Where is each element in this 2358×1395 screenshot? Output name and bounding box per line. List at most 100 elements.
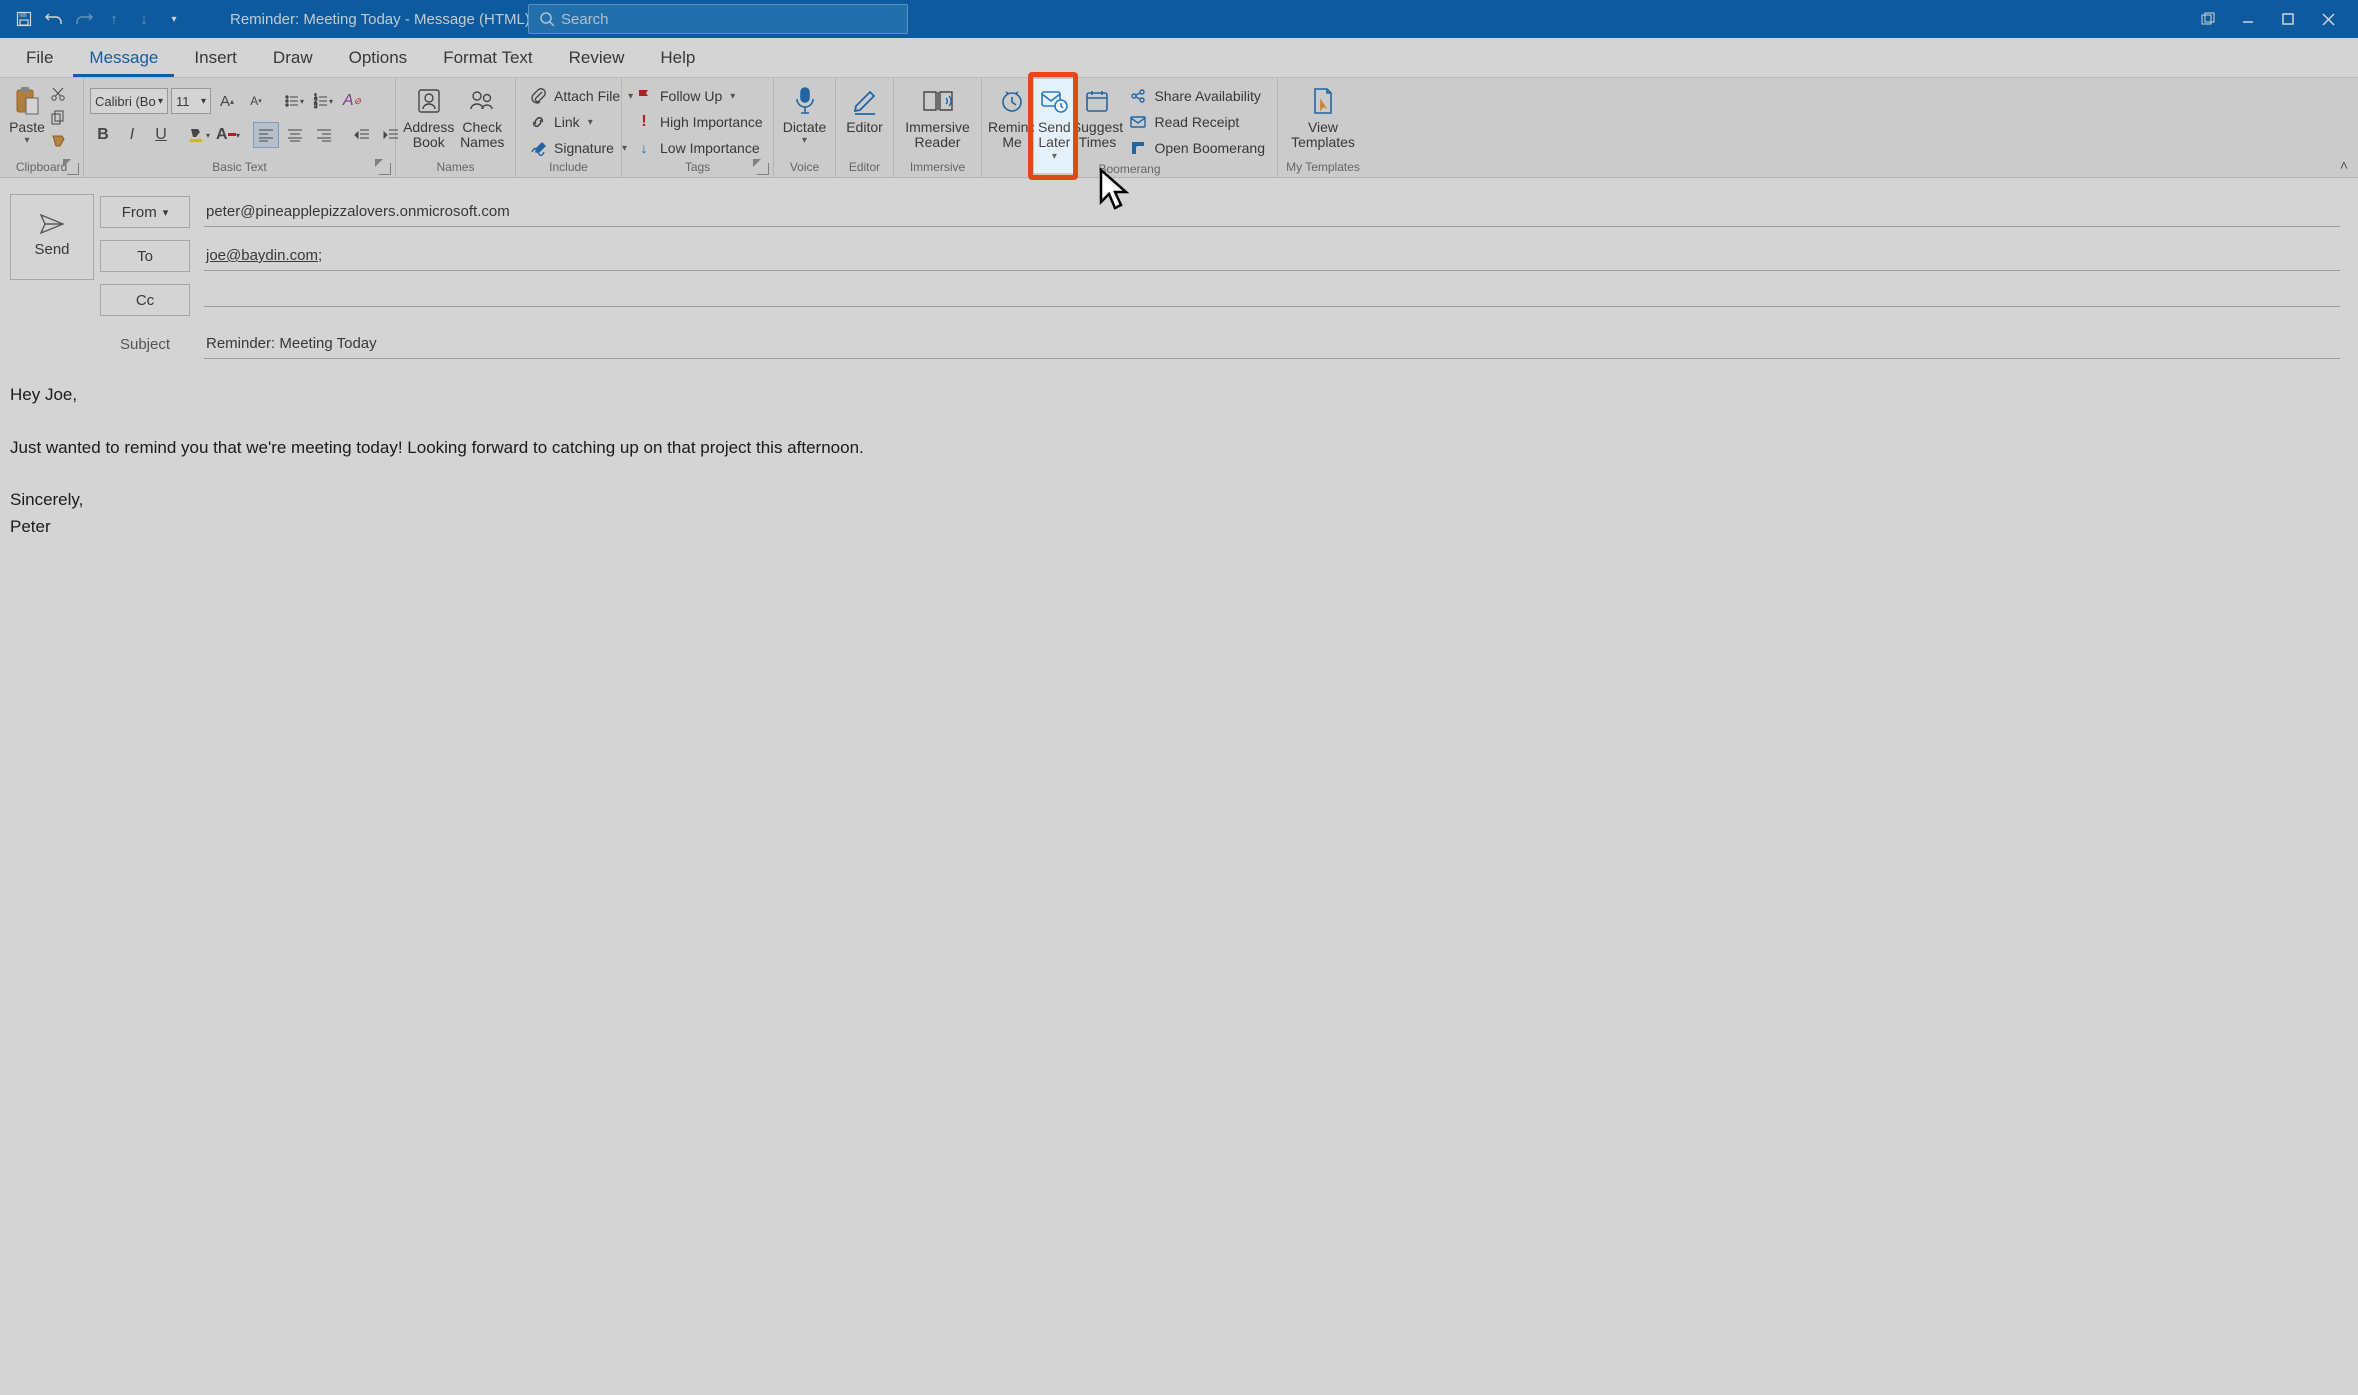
shrink-font-icon[interactable]: A▾	[243, 88, 269, 114]
font-size-select[interactable]: 11▾	[171, 88, 211, 114]
group-editor: Editor Editor	[836, 78, 894, 177]
body-line: Peter	[10, 514, 2348, 540]
qat-customize-icon[interactable]: ▾	[164, 9, 184, 29]
font-name-select[interactable]: Calibri (Bo▾	[90, 88, 168, 114]
search-placeholder: Search	[561, 11, 609, 28]
tab-options[interactable]: Options	[333, 40, 424, 77]
group-include: Attach File▾ Link▾ Signature▾ Include	[516, 78, 622, 177]
italic-icon[interactable]: I	[119, 122, 145, 148]
read-receipt-button[interactable]: Read Receipt	[1122, 110, 1271, 134]
undo-icon[interactable]	[44, 9, 64, 29]
tab-help[interactable]: Help	[644, 40, 711, 77]
check-names-icon	[465, 84, 499, 118]
svg-text:3: 3	[314, 104, 318, 109]
group-boomerang: Remind Me Send Later▾ Suggest Times Shar…	[982, 78, 1278, 177]
collapse-ribbon-icon[interactable]: ˄	[2340, 157, 2348, 173]
decrease-indent-icon[interactable]	[349, 122, 375, 148]
cc-field[interactable]	[204, 294, 2340, 307]
tab-draw[interactable]: Draw	[257, 40, 329, 77]
remind-me-button[interactable]: Remind Me	[988, 82, 1036, 151]
tab-review[interactable]: Review	[553, 40, 641, 77]
high-importance-button[interactable]: ! High Importance	[628, 110, 769, 134]
to-button[interactable]: To	[100, 240, 190, 272]
grow-font-icon[interactable]: A▴	[214, 88, 240, 114]
up-icon: ↑	[104, 9, 124, 29]
cursor-icon	[1098, 168, 1138, 212]
templates-icon	[1306, 84, 1340, 118]
immersive-reader-button[interactable]: Immersive Reader	[900, 82, 975, 151]
check-names-button[interactable]: Check Names	[456, 82, 510, 151]
basic-text-dialog-launcher[interactable]	[379, 163, 391, 175]
suggest-times-button[interactable]: Suggest Times	[1072, 82, 1122, 151]
link-icon	[528, 112, 548, 132]
share-availability-button[interactable]: Share Availability	[1122, 84, 1271, 108]
editor-button[interactable]: Editor	[842, 82, 887, 135]
from-field[interactable]: peter@pineapplepizzalovers.onmicrosoft.c…	[204, 197, 2340, 227]
body-line: Sincerely,	[10, 487, 2348, 513]
follow-up-button[interactable]: Follow Up▾	[628, 84, 741, 108]
window-controls	[2188, 0, 2348, 38]
address-book-icon	[412, 84, 446, 118]
group-names: Address Book Check Names Names	[396, 78, 516, 177]
message-body[interactable]: Hey Joe, Just wanted to remind you that …	[0, 366, 2358, 556]
tab-format-text[interactable]: Format Text	[427, 40, 548, 77]
cut-icon[interactable]	[48, 84, 68, 104]
open-boomerang-button[interactable]: Open Boomerang	[1122, 136, 1271, 160]
calendar-icon	[1080, 84, 1114, 118]
immersive-reader-icon	[921, 84, 955, 118]
flag-icon	[634, 86, 654, 106]
window-title: Reminder: Meeting Today - Message (HTML)	[230, 11, 530, 28]
attachment-icon	[528, 86, 548, 106]
bullets-icon[interactable]: ▾	[281, 88, 307, 114]
copy-icon[interactable]	[48, 108, 68, 128]
group-clipboard: Paste ▾ Clipboard	[0, 78, 84, 177]
group-immersive: Immersive Reader Immersive	[894, 78, 982, 177]
tags-dialog-launcher[interactable]	[757, 163, 769, 175]
ribbon: Paste ▾ Clipboard Calibri (Bo▾ 11▾ A▴ A▾…	[0, 78, 2358, 178]
from-button[interactable]: From▾	[100, 196, 190, 228]
clock-icon	[995, 84, 1029, 118]
compose-header: Send From▾ peter@pineapplepizzalovers.on…	[0, 178, 2358, 366]
signature-button[interactable]: Signature▾	[522, 136, 633, 160]
search-icon	[539, 11, 555, 27]
send-later-button[interactable]: Send Later▾	[1036, 82, 1072, 162]
to-field[interactable]: joe@baydin.com;	[204, 241, 2340, 271]
subject-label: Subject	[100, 336, 190, 353]
highlight-icon[interactable]: ▾	[186, 122, 212, 148]
underline-icon[interactable]: U	[148, 122, 174, 148]
group-my-templates: View Templates My Templates	[1278, 78, 1368, 177]
read-receipt-icon	[1128, 112, 1148, 132]
bold-icon[interactable]: B	[90, 122, 116, 148]
align-center-icon[interactable]	[282, 122, 308, 148]
align-right-icon[interactable]	[311, 122, 337, 148]
clear-formatting-icon[interactable]: A⊘	[339, 88, 365, 114]
numbering-icon[interactable]: 123▾	[310, 88, 336, 114]
down-icon: ↓	[134, 9, 154, 29]
format-painter-icon[interactable]	[48, 132, 68, 152]
tab-message[interactable]: Message	[73, 40, 174, 77]
high-importance-icon: !	[634, 112, 654, 132]
maximize-icon[interactable]	[2268, 0, 2308, 38]
link-button[interactable]: Link▾	[522, 110, 599, 134]
search-box[interactable]: Search	[528, 4, 908, 34]
close-icon[interactable]	[2308, 0, 2348, 38]
dictate-button[interactable]: Dictate▾	[780, 82, 829, 146]
minimize-icon[interactable]	[2228, 0, 2268, 38]
clipboard-dialog-launcher[interactable]	[67, 163, 79, 175]
send-button[interactable]: Send	[10, 194, 94, 280]
subject-field[interactable]: Reminder: Meeting Today	[204, 329, 2340, 359]
tab-insert[interactable]: Insert	[178, 40, 253, 77]
view-templates-button[interactable]: View Templates	[1284, 82, 1362, 151]
ribbon-tabs: File Message Insert Draw Options Format …	[0, 38, 2358, 78]
low-importance-button[interactable]: ↓ Low Importance	[628, 136, 766, 160]
paste-button[interactable]: Paste ▾	[6, 82, 48, 146]
address-book-button[interactable]: Address Book	[402, 82, 456, 151]
group-tags: Follow Up▾ ! High Importance ↓ Low Impor…	[622, 78, 774, 177]
align-left-icon[interactable]	[253, 122, 279, 148]
window-popout-icon[interactable]	[2188, 0, 2228, 38]
group-voice: Dictate▾ Voice	[774, 78, 836, 177]
font-color-icon[interactable]: A▾	[215, 122, 241, 148]
cc-button[interactable]: Cc	[100, 284, 190, 316]
save-icon[interactable]	[14, 9, 34, 29]
tab-file[interactable]: File	[10, 40, 69, 77]
